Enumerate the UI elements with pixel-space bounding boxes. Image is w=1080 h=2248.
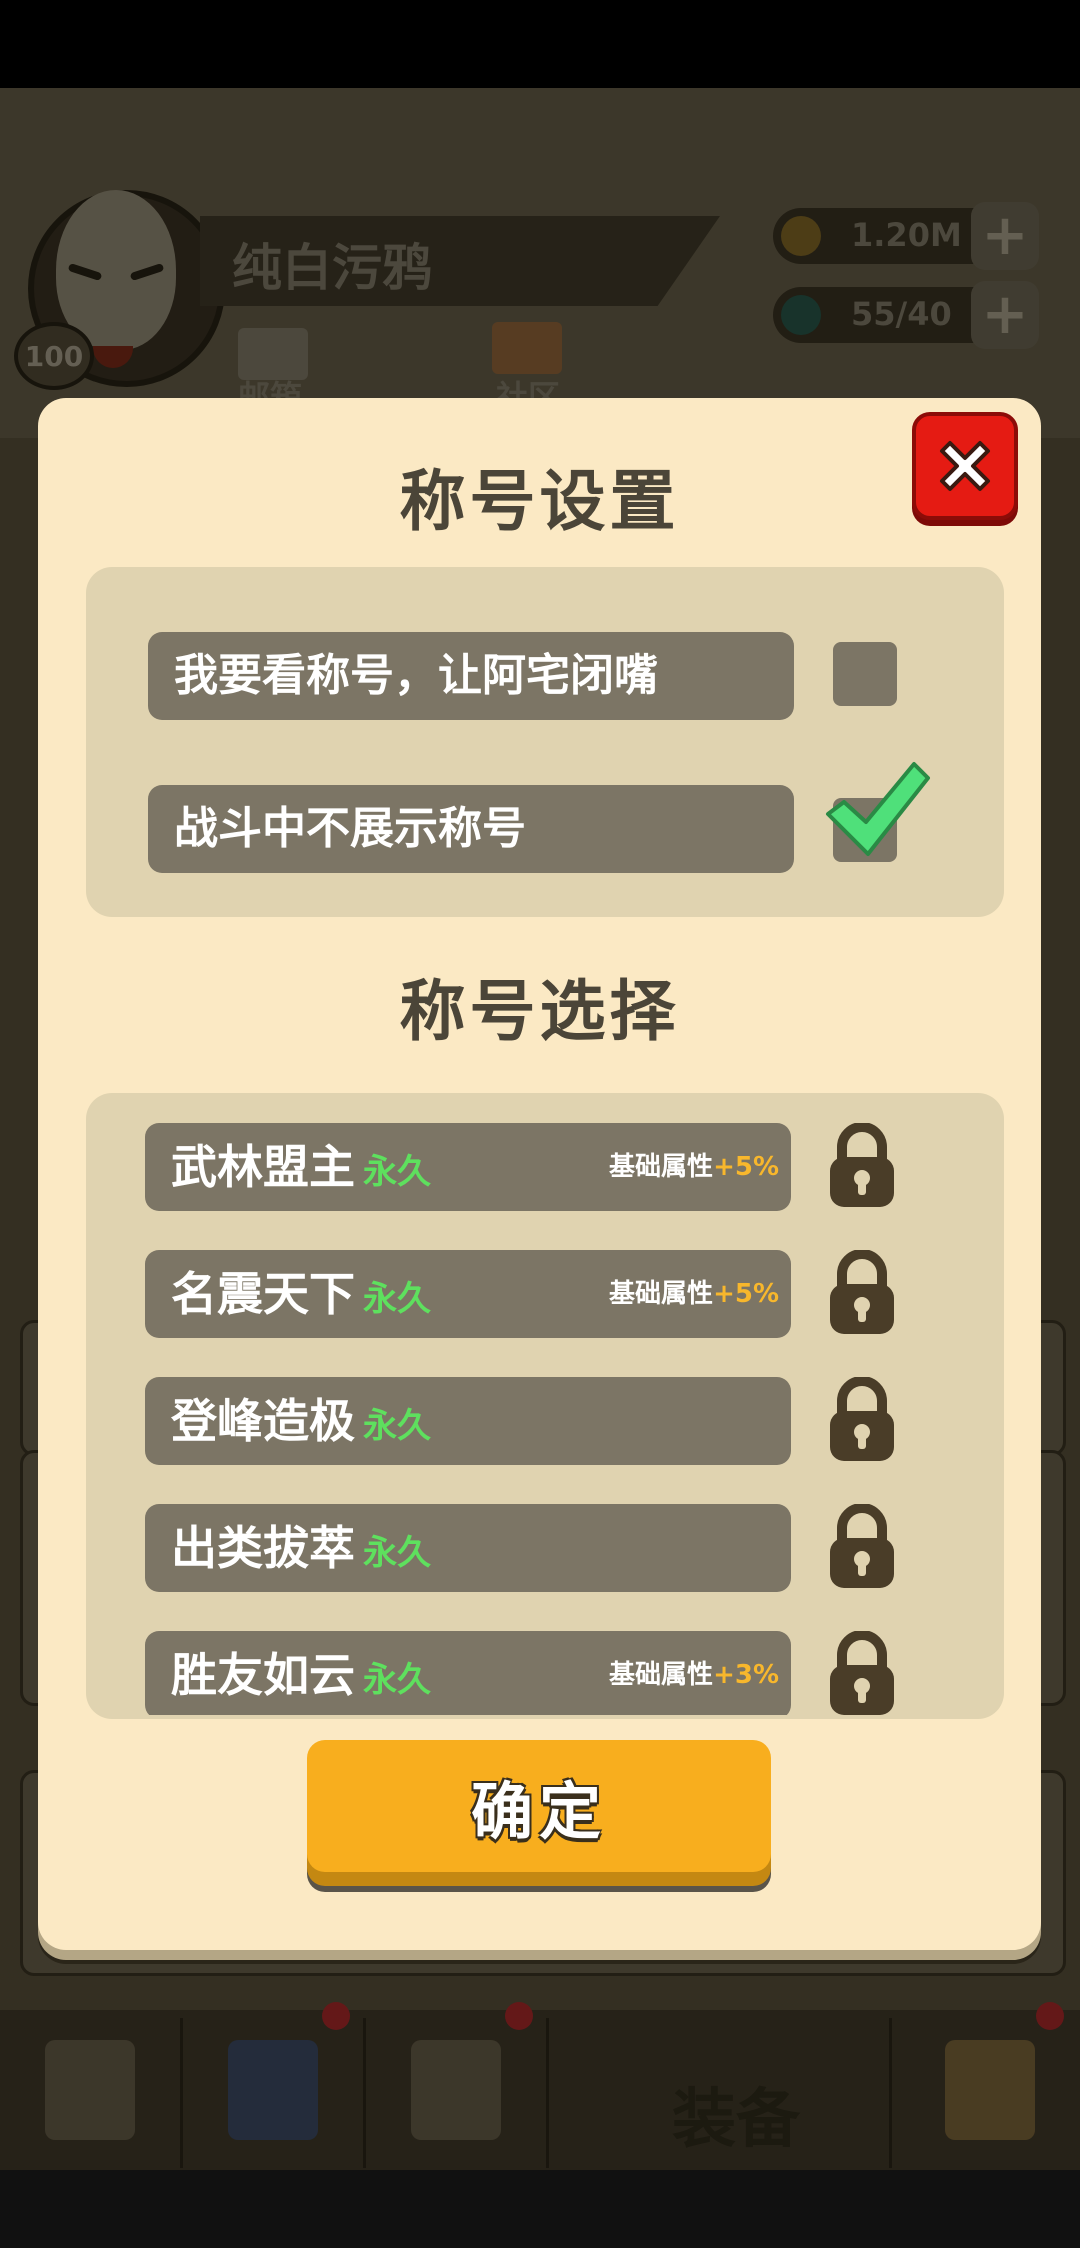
status-bar: [0, 0, 1080, 88]
bonus-value: +3%: [713, 1660, 779, 1690]
confirm-button[interactable]: 确定: [307, 1740, 771, 1872]
title-bonus: 基础属性+5%: [609, 1123, 779, 1211]
checkmark-icon: [826, 762, 930, 856]
bonus-label: 基础属性: [609, 1279, 714, 1309]
select-title: 称号选择: [399, 973, 680, 1050]
title-duration: 永久: [363, 1152, 431, 1192]
bonus-label: 基础属性: [609, 1660, 714, 1690]
title-name: 登峰造极: [171, 1394, 355, 1448]
title-bonus: 基础属性+3%: [609, 1631, 779, 1715]
close-icon: [940, 441, 990, 491]
title-row[interactable]: 胜友如云 永久 基础属性+3%: [145, 1631, 791, 1715]
title-name-wrapper: 出类拔萃 永久: [171, 1504, 431, 1592]
title-duration: 永久: [363, 1279, 431, 1319]
bonus-value: +5%: [713, 1279, 779, 1309]
show-titles-checkbox[interactable]: [833, 642, 897, 706]
title-name-wrapper: 武林盟主 永久: [171, 1123, 431, 1211]
title-row[interactable]: 名震天下 永久 基础属性+5%: [145, 1250, 791, 1338]
title-name-wrapper: 名震天下 永久: [171, 1250, 431, 1338]
setting-label: 战斗中不展示称号: [174, 803, 526, 854]
title-row[interactable]: 出类拔萃 永久: [145, 1504, 791, 1592]
title-bonus: 基础属性+5%: [609, 1250, 779, 1338]
bonus-label: 基础属性: [609, 1152, 714, 1182]
title-duration: 永久: [363, 1533, 431, 1573]
title-row[interactable]: 登峰造极 永久: [145, 1377, 791, 1465]
title-name: 名震天下: [171, 1267, 355, 1321]
close-button[interactable]: [912, 412, 1018, 520]
title-name-wrapper: 登峰造极 永久: [171, 1377, 431, 1465]
title-duration: 永久: [363, 1406, 431, 1446]
setting-label: 我要看称号，让阿宅闭嘴: [174, 650, 658, 701]
setting-row-hide-in-battle[interactable]: 战斗中不展示称号: [148, 785, 794, 873]
title-name: 武林盟主: [171, 1140, 355, 1194]
setting-row-show-titles[interactable]: 我要看称号，让阿宅闭嘴: [148, 632, 794, 720]
title-name: 胜友如云: [171, 1648, 355, 1702]
title-name: 出类拔萃: [171, 1521, 355, 1575]
lock-icon: [830, 1377, 894, 1461]
lock-icon: [830, 1123, 894, 1207]
title-row[interactable]: 武林盟主 永久 基础属性+5%: [145, 1123, 791, 1211]
title-name-wrapper: 胜友如云 永久: [171, 1631, 431, 1715]
settings-title: 称号设置: [399, 463, 680, 540]
lock-icon: [830, 1250, 894, 1334]
title-list-viewport[interactable]: 武林盟主 永久 基础属性+5% 名震天下 永久 基础属性+5% 登峰造极 永久 出类拔…: [86, 1093, 1004, 1715]
lock-icon: [830, 1631, 894, 1715]
title-duration: 永久: [363, 1660, 431, 1700]
bonus-value: +5%: [713, 1152, 779, 1182]
lock-icon: [830, 1504, 894, 1588]
